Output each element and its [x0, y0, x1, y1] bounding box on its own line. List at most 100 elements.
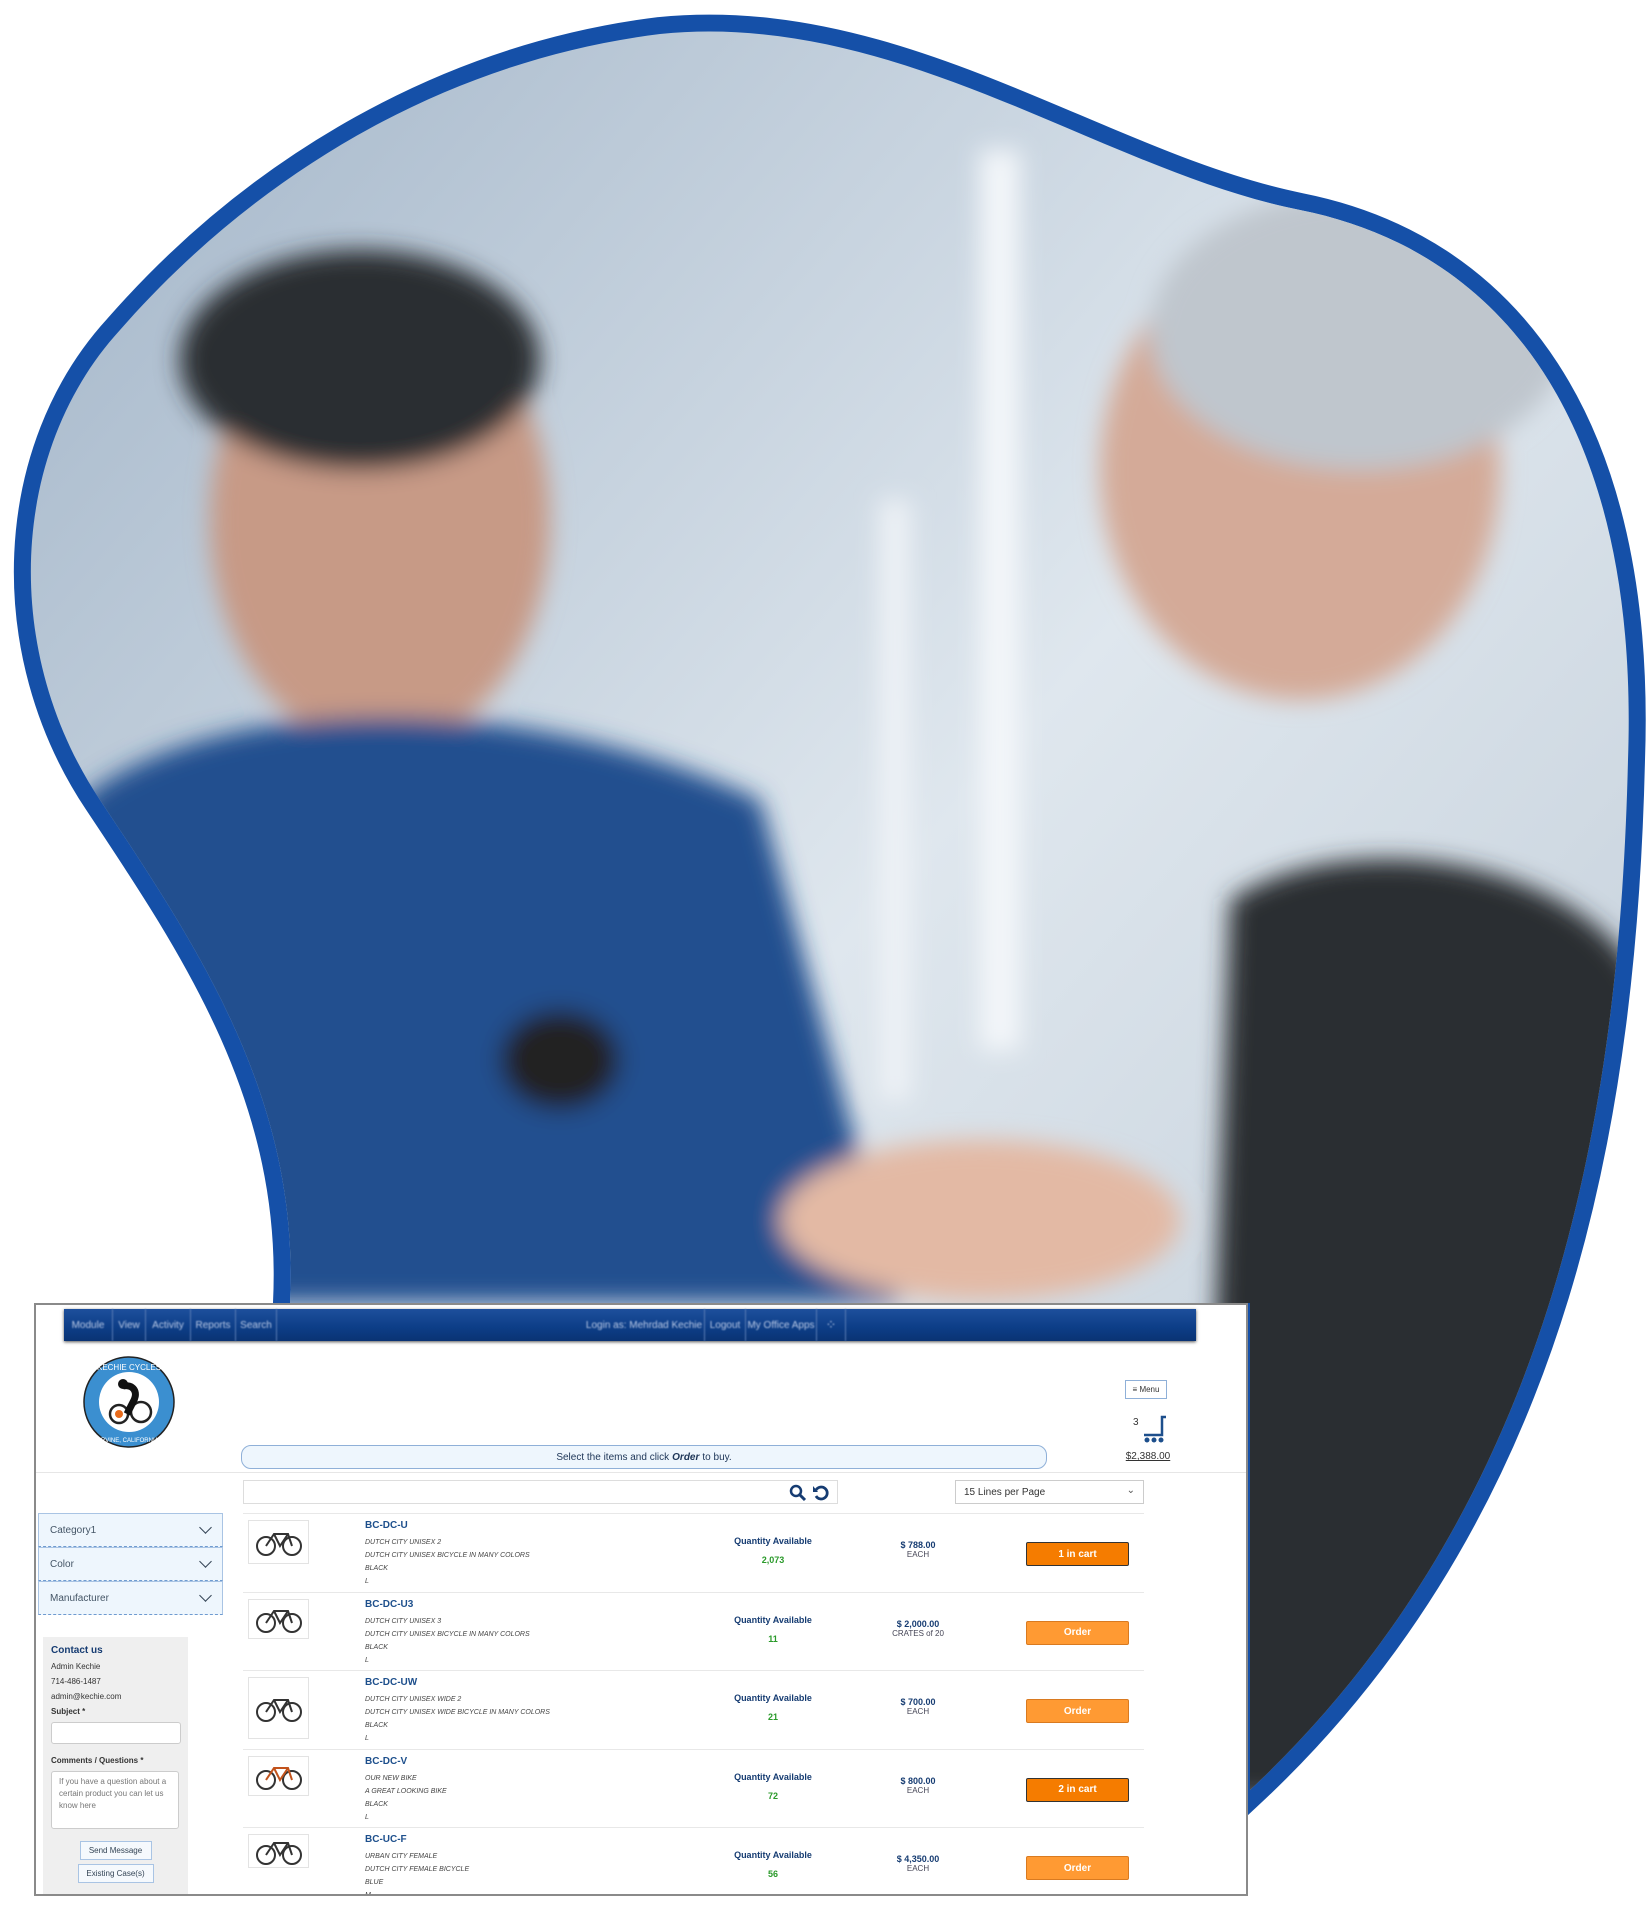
quantity-value: 11 — [768, 1633, 778, 1644]
product-image[interactable] — [248, 1520, 309, 1564]
product-detail-line: BLACK — [365, 1565, 388, 1572]
product-detail-line: DUTCH CITY UNISEX WIDE 2 — [365, 1696, 462, 1703]
order-button[interactable]: Order — [1026, 1856, 1129, 1880]
product-sku[interactable]: BC-UC-F — [365, 1834, 407, 1845]
bicycle-icon — [255, 1766, 302, 1790]
filter-label: Category1 — [50, 1524, 97, 1536]
nav-module[interactable]: Module — [64, 1309, 113, 1341]
catalog-window: Module View Activity Reports Search Logi… — [34, 1303, 1248, 1896]
order-button[interactable]: Order — [1026, 1699, 1129, 1723]
filter-manufacturer[interactable]: Manufacturer — [38, 1581, 223, 1615]
product-detail-line: L — [365, 1735, 369, 1742]
chevron-down-icon — [199, 1555, 212, 1568]
product-row: BC-DC-UW DUTCH CITY UNISEX WIDE 2 DUTCH C… — [243, 1670, 1144, 1749]
product-detail-line: DUTCH CITY UNISEX BICYCLE IN MANY COLORS — [365, 1630, 530, 1638]
product-detail-line: DUTCH CITY UNISEX BICYCLE IN MANY COLORS — [365, 1552, 530, 1559]
product-detail-line: DUTCH CITY UNISEX 2 — [365, 1539, 442, 1546]
product-price: $ 700.00 EACH — [863, 1697, 973, 1717]
chevron-down-icon: ⌄ — [1126, 1485, 1135, 1496]
product-detail-line: OUR NEW BIKE — [365, 1774, 417, 1782]
subject-input[interactable] — [51, 1722, 181, 1744]
quantity-value: 2,073 — [761, 1555, 785, 1565]
product-detail-line: L — [365, 1656, 369, 1664]
send-message-button[interactable]: Send Message — [79, 1841, 152, 1860]
nav-activity[interactable]: Activity — [146, 1309, 191, 1341]
product-sku[interactable]: BC-DC-U3 — [365, 1599, 413, 1610]
in-cart-button[interactable]: 1 in cart — [1026, 1542, 1129, 1566]
banner-text-end: to buy. — [702, 1451, 732, 1463]
product-price: $ 2,000.00 CRATES of 20 — [863, 1619, 973, 1639]
product-sku[interactable]: BC-DC-V — [365, 1756, 407, 1767]
product-detail-line: DUTCH CITY UNISEX 3 — [365, 1617, 442, 1625]
banner-order-word: Order — [672, 1451, 700, 1463]
product-image[interactable] — [248, 1755, 309, 1796]
contact-form: Contact us Admin Kechie 714-486-1487 adm… — [43, 1637, 188, 1894]
nav-reports[interactable]: Reports — [191, 1309, 236, 1341]
nav-logout[interactable]: Logout — [705, 1309, 746, 1341]
quantity-available: Quantity Available 72 — [713, 1772, 833, 1801]
bicycle-icon — [255, 1842, 302, 1865]
lines-per-page-select[interactable]: 15 Lines per Page ⌄ — [955, 1480, 1144, 1504]
product-detail-line: BLACK — [365, 1800, 388, 1808]
product-sku[interactable]: BC-DC-UW — [365, 1677, 417, 1688]
reset-icon[interactable] — [812, 1484, 830, 1502]
order-button[interactable]: Order — [1026, 1620, 1129, 1645]
chevron-down-icon — [199, 1589, 212, 1602]
quantity-value: 56 — [767, 1869, 778, 1879]
bicycle-icon — [255, 1609, 302, 1633]
product-detail-line: BLUE — [365, 1879, 384, 1886]
cart-total[interactable]: $2,388.00 — [1118, 1451, 1178, 1462]
search-icon[interactable] — [789, 1484, 807, 1502]
product-row: BC-UC-F URBAN CITY FEMALE DUTCH CITY FEMA… — [243, 1827, 1144, 1896]
product-image[interactable] — [248, 1677, 309, 1739]
search-input[interactable] — [243, 1480, 838, 1504]
product-detail-line: L — [365, 1578, 369, 1585]
product-image[interactable] — [248, 1834, 309, 1868]
product-description: DUTCH CITY UNISEX WIDE 2 DUTCH CITY UNISE… — [365, 1693, 550, 1745]
product-detail-line: URBAN CITY FEMALE — [365, 1853, 438, 1860]
product-description: OUR NEW BIKE A GREAT LOOKING BIKE BLACK L — [365, 1772, 447, 1824]
quantity-available: Quantity Available 56 — [713, 1850, 833, 1879]
product-detail-line: DUTCH CITY UNISEX WIDE BICYCLE IN MANY C… — [365, 1709, 550, 1716]
menu-button[interactable]: ≡ Menu — [1125, 1380, 1167, 1399]
product-price: $ 788.00 EACH — [863, 1540, 973, 1560]
quantity-available: Quantity Available 21 — [713, 1693, 833, 1722]
svg-text:KECHIE CYCLES: KECHIE CYCLES — [97, 1363, 161, 1372]
quantity-label: Quantity Available — [734, 1850, 812, 1860]
price-unit: EACH — [906, 1550, 930, 1559]
product-detail-line: M — [365, 1892, 371, 1896]
nav-search[interactable]: Search — [236, 1309, 277, 1341]
price-value: $ 4,350.00 — [896, 1854, 940, 1864]
nav-view[interactable]: View — [113, 1309, 146, 1341]
grid-icon[interactable]: ⁘ — [817, 1309, 846, 1341]
product-detail-line: BLACK — [365, 1643, 388, 1651]
quantity-label: Quantity Available — [734, 1771, 812, 1782]
contact-name: Admin Kechie — [51, 1662, 101, 1671]
quantity-label: Quantity Available — [734, 1536, 812, 1546]
product-price: $ 800.00 EACH — [863, 1776, 973, 1796]
chevron-down-icon — [199, 1521, 212, 1534]
product-detail-line: BLACK — [365, 1722, 388, 1729]
product-description: DUTCH CITY UNISEX 3 DUTCH CITY UNISEX BIC… — [365, 1615, 530, 1667]
filter-color[interactable]: Color — [38, 1547, 223, 1581]
product-row: BC-DC-U DUTCH CITY UNISEX 2 DUTCH CITY UN… — [243, 1513, 1144, 1592]
top-navbar: Module View Activity Reports Search Logi… — [64, 1309, 1196, 1341]
comments-textarea[interactable]: If you have a question about a certain p… — [51, 1771, 179, 1829]
filter-label: Color — [50, 1558, 74, 1570]
price-unit: CRATES of 20 — [892, 1628, 944, 1638]
divider — [36, 1472, 1246, 1473]
price-value: $ 788.00 — [900, 1540, 936, 1550]
bicycle-icon — [255, 1533, 302, 1556]
in-cart-button[interactable]: 2 in cart — [1026, 1777, 1129, 1802]
nav-login-as[interactable]: Login as: Mehrdad Kechie — [584, 1309, 705, 1341]
cart-icon — [1144, 1415, 1166, 1443]
nav-office-apps[interactable]: My Office Apps — [746, 1309, 817, 1341]
product-sku[interactable]: BC-DC-U — [365, 1520, 408, 1531]
instruction-banner: Select the items and click Order to buy. — [241, 1445, 1047, 1469]
product-detail-line: DUTCH CITY FEMALE BICYCLE — [365, 1866, 470, 1873]
quantity-value: 21 — [767, 1712, 778, 1722]
existing-cases-button[interactable]: Existing Case(s) — [77, 1864, 154, 1883]
product-description: URBAN CITY FEMALE DUTCH CITY FEMALE BICYC… — [365, 1850, 470, 1896]
product-image[interactable] — [248, 1598, 309, 1639]
filter-category1[interactable]: Category1 — [38, 1513, 223, 1547]
